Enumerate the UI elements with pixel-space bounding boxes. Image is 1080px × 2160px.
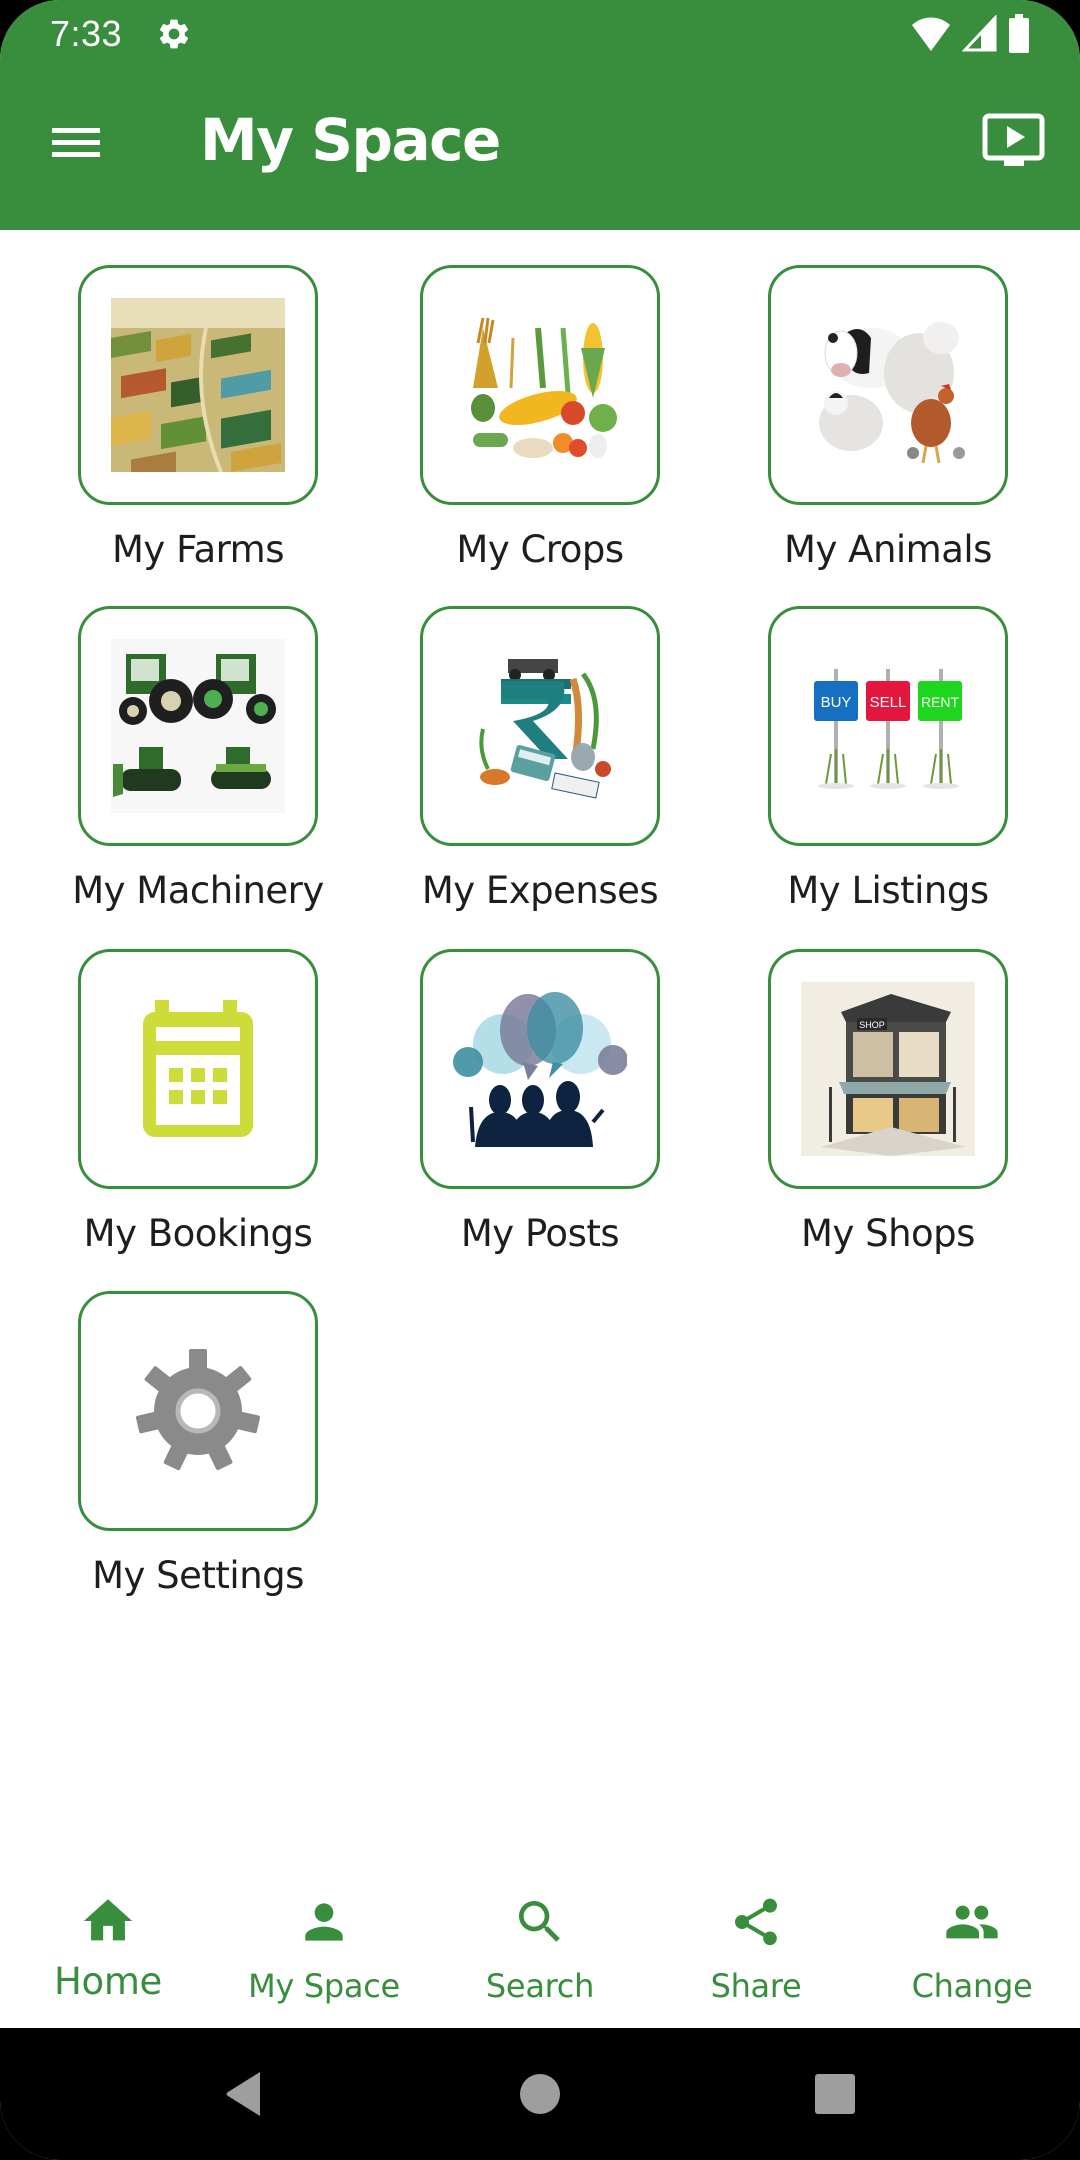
cellular-signal-icon (962, 15, 997, 52)
animals-image (819, 322, 965, 464)
tile-my-listings[interactable]: BUY SELL RENT My Listings (738, 606, 1038, 926)
posts-discussion-image (453, 992, 627, 1147)
farmland-image (111, 298, 285, 472)
back-icon (226, 2072, 260, 2116)
share-icon (735, 1898, 777, 1946)
system-back-button[interactable] (204, 2054, 284, 2134)
app-bar: 7:33 My Space (0, 0, 1080, 230)
people-icon (946, 1905, 998, 1939)
crops-image (471, 317, 617, 458)
tile-my-posts[interactable]: My Posts (390, 949, 690, 1269)
tile-my-shops[interactable]: SHOP My Shops (738, 949, 1038, 1269)
shop-storefront-image: SHOP (801, 982, 975, 1156)
expenses-image (479, 659, 611, 799)
tile-label: My Posts (460, 1212, 620, 1255)
tile-image-box: SHOP (768, 949, 1008, 1189)
tile-my-machinery[interactable]: My Machinery (48, 606, 348, 926)
calendar-icon (143, 1000, 253, 1137)
menu-icon[interactable] (44, 114, 108, 170)
battery-icon (1009, 14, 1029, 53)
system-recents-button[interactable] (795, 2054, 875, 2134)
tile-label: My Machinery (72, 869, 324, 912)
tile-my-animals[interactable]: My Animals (738, 265, 1038, 585)
nav-search[interactable]: Search (432, 1860, 648, 2028)
tile-my-expenses[interactable]: My Expenses (390, 606, 690, 926)
tile-label: My Farms (111, 528, 285, 571)
nav-my-space[interactable]: My Space (216, 1860, 432, 2028)
tile-label: My Expenses (421, 869, 659, 912)
home-icon (83, 1899, 133, 1941)
gear-icon (159, 19, 189, 49)
status-icons (910, 14, 1030, 54)
machinery-image (111, 639, 285, 813)
status-time: 7:33 (50, 13, 123, 54)
nav-home[interactable]: Home (0, 1860, 216, 2028)
tile-image-box (420, 265, 660, 505)
tile-image-box (78, 949, 318, 1189)
page-title: My Space (200, 106, 501, 174)
tv-play-icon[interactable] (978, 110, 1048, 174)
tile-image-box (768, 265, 1008, 505)
tile-image-box (78, 265, 318, 505)
tile-image-box (420, 949, 660, 1189)
gear-icon (135, 1349, 261, 1471)
tile-my-settings[interactable]: My Settings (48, 1291, 348, 1611)
nav-label-change: Change (911, 1967, 1033, 2005)
tile-label: My Shops (801, 1212, 975, 1255)
person-icon (305, 1903, 343, 1941)
tile-my-bookings[interactable]: My Bookings (48, 949, 348, 1269)
tile-image-box (78, 1291, 318, 1531)
tile-image-box: BUY SELL RENT (768, 606, 1008, 846)
wifi-icon (912, 17, 950, 51)
tile-my-farms[interactable]: My Farms (48, 265, 348, 585)
system-home-button[interactable] (500, 2054, 580, 2134)
tile-label: My Bookings (83, 1212, 313, 1255)
sell-sign-text: SELL (870, 694, 907, 711)
home-circle-icon (520, 2074, 560, 2114)
screen: 7:33 My Space My Farms My Crops My Anima… (0, 0, 1080, 2160)
tile-label: My Settings (92, 1554, 304, 1597)
nav-share[interactable]: Share (648, 1860, 864, 2028)
tile-image-box (420, 606, 660, 846)
system-nav-bar (0, 2028, 1080, 2160)
nav-label-my-space: My Space (248, 1967, 400, 2005)
shop-sign-text: SHOP (859, 1020, 885, 1030)
nav-label-home: Home (53, 1960, 163, 2003)
tile-label: My Crops (456, 528, 624, 571)
rent-sign-text: RENT (921, 694, 960, 710)
listings-signs-image: BUY SELL RENT (814, 669, 962, 789)
buy-sign-text: BUY (821, 694, 852, 711)
tile-image-box (78, 606, 318, 846)
bottom-nav: Home My Space Search Share Change (0, 1860, 1080, 2028)
nav-label-share: Share (710, 1967, 802, 2005)
nav-change[interactable]: Change (864, 1860, 1080, 2028)
search-icon (519, 1901, 560, 1942)
recents-icon (815, 2074, 855, 2114)
nav-label-search: Search (485, 1967, 595, 2005)
tile-label: My Listings (787, 869, 989, 912)
tile-my-crops[interactable]: My Crops (390, 265, 690, 585)
tile-label: My Animals (784, 528, 992, 571)
